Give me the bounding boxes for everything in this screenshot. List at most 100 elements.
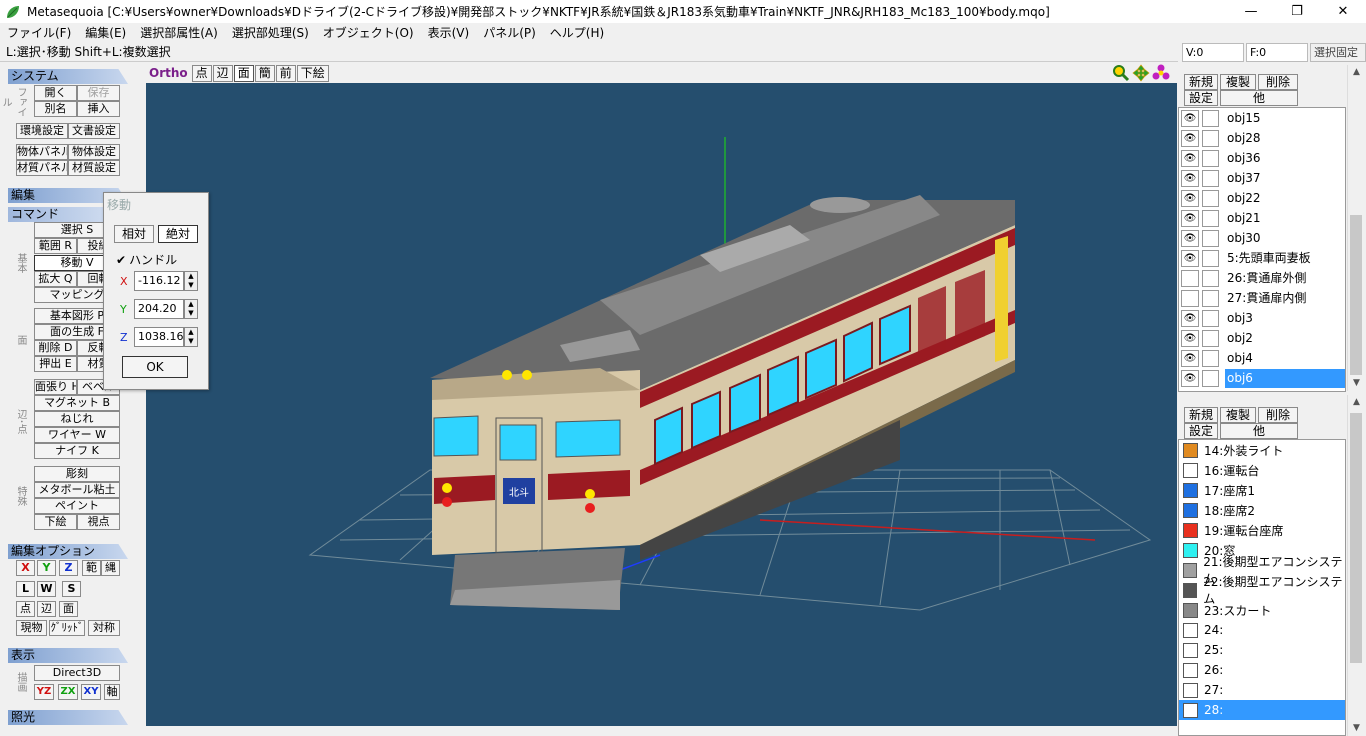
option-s-toggle[interactable]: S	[62, 581, 81, 597]
material-settings-button[interactable]: 材質設定	[68, 160, 120, 176]
option-w-toggle[interactable]: W	[37, 581, 56, 597]
visibility-eye-icon[interactable]	[1181, 269, 1199, 287]
material-settings-button[interactable]: 設定	[1184, 423, 1218, 439]
ortho-toggle[interactable]: Ortho	[149, 66, 188, 80]
menu-selection-process[interactable]: 選択部処理(S)	[225, 24, 316, 41]
object-row[interactable]: 👁 obj37	[1179, 168, 1345, 188]
axis-display-button[interactable]: 軸	[104, 684, 120, 700]
lock-toggle[interactable]	[1202, 229, 1219, 247]
lock-toggle[interactable]	[1202, 149, 1219, 167]
selection-lock-button[interactable]: 選択固定	[1310, 43, 1366, 62]
menu-panel[interactable]: パネル(P)	[476, 24, 543, 41]
menu-file[interactable]: ファイル(F)	[0, 24, 78, 41]
material-list-scrollbar[interactable]: ▲ ▼	[1347, 395, 1364, 736]
scale-tool-button[interactable]: 拡大 Q	[34, 271, 77, 287]
section-system[interactable]: システム	[8, 69, 128, 84]
object-settings-button[interactable]: 物体設定	[68, 144, 120, 160]
material-row[interactable]: 18:座席2	[1179, 500, 1345, 520]
object-delete-button[interactable]: 削除	[1258, 74, 1298, 90]
relative-button[interactable]: 相対	[114, 225, 154, 243]
visibility-eye-icon[interactable]: 👁	[1181, 349, 1199, 367]
open-button[interactable]: 開く	[34, 85, 77, 101]
save-as-button[interactable]: 別名	[34, 101, 77, 117]
view-underlay-button[interactable]: 下絵	[296, 64, 329, 82]
env-settings-button[interactable]: 環境設定	[16, 123, 68, 139]
object-row[interactable]: 👁 obj28	[1179, 128, 1345, 148]
material-scroll-down-icon[interactable]: ▼	[1348, 721, 1365, 736]
lock-toggle[interactable]	[1202, 289, 1219, 307]
3d-viewport[interactable]: 北斗	[146, 83, 1177, 726]
maximize-button[interactable]: ❐	[1274, 0, 1320, 23]
view-xy-button[interactable]: XY	[81, 684, 101, 700]
current-object-toggle[interactable]: 現物	[16, 620, 47, 636]
material-scroll-up-icon[interactable]: ▲	[1348, 395, 1365, 410]
object-row[interactable]: 👁 obj15	[1179, 108, 1345, 128]
visibility-eye-icon[interactable]	[1181, 289, 1199, 307]
menu-object[interactable]: オブジェクト(O)	[316, 24, 421, 41]
object-row[interactable]: 👁 obj21	[1179, 208, 1345, 228]
close-button[interactable]: ✕	[1320, 0, 1366, 23]
metaball-button[interactable]: メタボール粘土	[34, 482, 120, 498]
view-yz-button[interactable]: YZ	[34, 684, 54, 700]
visibility-eye-icon[interactable]: 👁	[1181, 229, 1199, 247]
material-row[interactable]: 24:	[1179, 620, 1345, 640]
object-scroll-thumb[interactable]	[1350, 215, 1362, 375]
handle-checkbox[interactable]: ✔	[116, 253, 126, 267]
x-spinner[interactable]: ▲ ▼	[184, 271, 198, 291]
option-face-toggle[interactable]: 面	[59, 601, 78, 617]
view-edge-button[interactable]: 辺	[212, 64, 233, 82]
object-row[interactable]: 👁 obj3	[1179, 308, 1345, 328]
option-point-toggle[interactable]: 点	[16, 601, 35, 617]
lock-toggle[interactable]	[1202, 209, 1219, 227]
sculpt-button[interactable]: 彫刻	[34, 466, 120, 482]
visibility-eye-icon[interactable]: 👁	[1181, 369, 1199, 387]
material-row[interactable]: 26:	[1179, 660, 1345, 680]
lock-toggle[interactable]	[1202, 309, 1219, 327]
ok-button[interactable]: OK	[122, 356, 188, 378]
pan-icon[interactable]	[1132, 64, 1150, 82]
menu-edit[interactable]: 編集(E)	[78, 24, 133, 41]
magnet-button[interactable]: マグネット B	[34, 395, 120, 411]
material-row[interactable]: 22:後期型エアコンシステム	[1179, 575, 1345, 606]
object-other-button[interactable]: 他	[1220, 90, 1298, 106]
object-panel-button[interactable]: 物体パネル	[16, 144, 68, 160]
material-row[interactable]: 25:	[1179, 640, 1345, 660]
section-edit-options[interactable]: 編集オプション	[8, 544, 128, 559]
section-lighting[interactable]: 照光	[8, 710, 128, 725]
grid-toggle[interactable]: ｸﾞﾘｯﾄﾞ	[49, 620, 85, 636]
axis-y-toggle[interactable]: Y	[37, 560, 56, 576]
object-row[interactable]: 👁 obj36	[1179, 148, 1345, 168]
z-spinner[interactable]: ▲ ▼	[184, 327, 198, 347]
save-button[interactable]: 保存	[77, 85, 120, 101]
visibility-eye-icon[interactable]: 👁	[1181, 209, 1199, 227]
material-panel-button[interactable]: 材質パネル	[16, 160, 68, 176]
object-row[interactable]: 👁 obj30	[1179, 228, 1345, 248]
object-new-button[interactable]: 新規	[1184, 74, 1218, 90]
delete-tool-button[interactable]: 削除 D	[34, 340, 77, 356]
material-row[interactable]: 16:運転台	[1179, 460, 1345, 480]
wire-button[interactable]: ワイヤー W	[34, 427, 120, 443]
view-zx-button[interactable]: ZX	[58, 684, 78, 700]
visibility-eye-icon[interactable]: 👁	[1181, 129, 1199, 147]
lock-toggle[interactable]	[1202, 349, 1219, 367]
material-row[interactable]: 19:運転台座席	[1179, 520, 1345, 540]
lock-toggle[interactable]	[1202, 329, 1219, 347]
zoom-icon[interactable]	[1112, 64, 1130, 82]
handle-checkbox-row[interactable]: ✔ ハンドル	[116, 251, 177, 268]
lock-toggle[interactable]	[1202, 249, 1219, 267]
object-row[interactable]: 26:貫通扉外側	[1179, 268, 1345, 288]
lock-toggle[interactable]	[1202, 269, 1219, 287]
rotate-view-icon[interactable]	[1152, 64, 1170, 82]
material-row[interactable]: 14:外装ライト	[1179, 440, 1345, 460]
material-duplicate-button[interactable]: 複製	[1220, 407, 1256, 423]
axis-z-toggle[interactable]: Z	[59, 560, 78, 576]
knife-face-button[interactable]: 面張り H	[34, 379, 77, 395]
insert-button[interactable]: 挿入	[77, 101, 120, 117]
knife-button[interactable]: ナイフ K	[34, 443, 120, 459]
underlay-button[interactable]: 下絵	[34, 514, 77, 530]
object-row[interactable]: 27:貫通扉内側	[1179, 288, 1345, 308]
minimize-button[interactable]: —	[1228, 0, 1274, 23]
material-scroll-thumb[interactable]	[1350, 413, 1362, 663]
y-value-input[interactable]: 204.20	[134, 299, 184, 319]
range-tool-button[interactable]: 範囲 R	[34, 238, 77, 254]
